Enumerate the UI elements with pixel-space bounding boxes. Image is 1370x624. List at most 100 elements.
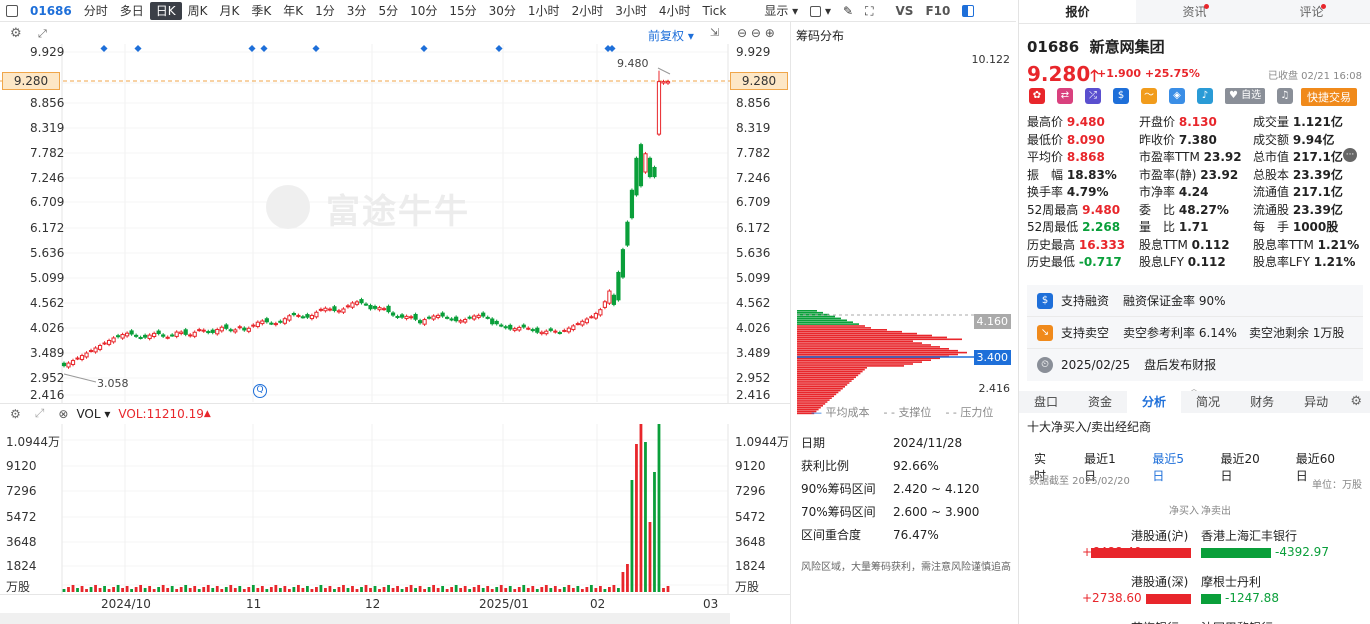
candle-body [359,299,364,304]
candle-body [575,323,580,326]
candle-body [620,249,626,278]
analysis-tab[interactable]: 资金 [1073,391,1127,413]
analysis-tab[interactable]: 盘口 [1019,391,1073,413]
clock-icon: ⏲ [1037,357,1053,373]
range-tab[interactable]: 最近5日 [1152,450,1192,484]
dollar-icon[interactable]: $ [1113,88,1129,104]
tag-icon[interactable]: ◈ [1169,88,1185,104]
indicator-select[interactable]: VOL ▾ [76,407,110,421]
feature-item[interactable]: ↘ 支持卖空 卖空参考利率 6.14% 卖空池剩余 1万股 [1027,317,1363,349]
date-label: 02 [590,597,606,611]
period-tab[interactable]: 月K [214,2,246,20]
horizontal-scrollbar[interactable] [0,613,730,624]
compress-icon[interactable]: ⇲ [710,26,719,39]
watchlist-button[interactable]: ♥ 自选 [1225,88,1266,104]
period-tab[interactable]: 多日 [114,2,150,20]
candle-body [156,330,161,335]
field-label: 量 比 [1139,220,1176,234]
analysis-tab[interactable]: 简况 [1181,391,1235,413]
candle-body [332,306,337,312]
period-tab[interactable]: 3小时 [609,2,653,20]
connect-icon[interactable]: ⇄ [1057,88,1073,104]
bell-badge-icon[interactable]: ♪ [1197,88,1213,104]
volume-chart[interactable] [0,424,790,594]
volume-expand-icon[interactable]: ⤢ [35,406,45,421]
tab-news[interactable]: 资讯 [1136,0,1253,23]
period-tab[interactable]: 年K [277,2,309,20]
alert-bell-icon[interactable]: ♫ [1277,88,1293,104]
shuffle-icon[interactable]: ⤮ [1085,88,1101,104]
period-tab[interactable]: 日K [149,1,182,20]
volume-bar [256,588,260,592]
period-tab[interactable]: 周K [182,2,214,20]
volume-close-icon[interactable]: ⊗ [58,407,68,421]
candle-body [255,321,260,328]
analysis-settings-icon[interactable]: ⚙ [1350,394,1362,409]
period-tab[interactable]: 10分 [404,2,443,20]
panel-toggle-icon[interactable] [0,2,24,20]
candle-body [467,316,472,319]
chip-bar [797,334,932,337]
candle-body [305,314,310,318]
period-tab[interactable]: 季K [245,2,277,20]
plus-icon[interactable]: ⊕ [765,26,775,40]
field-label: 成交额 [1253,132,1290,147]
field-label: 最高价 [1027,115,1064,129]
pen-icon[interactable]: ✎ [837,2,859,20]
candle-body [79,355,85,360]
period-tab[interactable]: 1分 [309,2,341,20]
trend-icon[interactable]: 〜 [1141,88,1157,104]
volume-bar [184,585,188,592]
analysis-tab[interactable]: 异动 [1289,391,1343,413]
layout-icon[interactable] [956,2,980,20]
field-value: 0.112 [1187,255,1226,269]
chip-bar [797,353,958,356]
candlestick-chart[interactable] [0,44,790,404]
settings-gear-icon[interactable]: ⚙ [10,26,22,41]
checkbox-toggle[interactable]: ▾ [804,2,837,20]
chip-bar [797,376,856,379]
feature-item[interactable]: ⏲ 2025/02/25 盘后发布财报 [1027,349,1363,381]
chip-bar [797,380,852,382]
tab-quote[interactable]: 报价 [1019,0,1136,23]
period-tab[interactable]: 2小时 [566,2,610,20]
field-value: 18.83% [1066,167,1117,182]
quick-trade-button[interactable]: 快捷交易 [1301,88,1357,106]
period-tab[interactable]: 30分 [483,2,522,20]
range-tab[interactable]: 最近20日 [1221,450,1268,484]
chip-info-row: 70%筹码区间 2.600 ~ 3.900 [801,501,1011,524]
minus-icon[interactable]: ⊖ [751,26,761,40]
volume-bar [62,589,66,592]
period-tab[interactable]: 4小时 [653,2,697,20]
volume-bar [211,588,215,592]
zoom-out-icon[interactable]: ⊖ [737,26,747,40]
chip-info-value: 76.47% [893,528,939,542]
candle-body [665,81,671,84]
period-tab[interactable]: 3分 [341,2,373,20]
period-tab[interactable]: 5分 [372,2,404,20]
f10-button[interactable]: F10 [919,2,956,20]
volume-bar [544,585,548,592]
display-menu[interactable]: 显示 ▾ [758,2,804,20]
volume-bar [553,586,557,592]
fullscreen-icon[interactable]: ⛶ [859,2,879,20]
field-value: -0.717 [1078,255,1122,269]
period-tab[interactable]: 15分 [443,2,482,20]
period-tab[interactable]: 分时 [78,2,114,20]
feature-item[interactable]: $ 支持融资 融资保证金率 90% [1027,285,1363,317]
analysis-tab[interactable]: 财务 [1235,391,1289,413]
volume-bar [179,587,183,592]
candle-body [436,314,441,318]
tab-comments[interactable]: 评论 [1253,0,1370,23]
adjust-dropdown[interactable]: 前复权 ▾ [648,27,694,44]
badge-row: ✿ ⇄ ⤮ $ 〜 ◈ ♪ ♥ 自选 [1029,88,1266,104]
volume-settings-icon[interactable]: ⚙ [10,407,21,421]
expand-icon[interactable]: ⤢ [38,27,47,41]
candle-body [237,326,242,329]
candle-body [309,314,315,320]
chip-bar [797,323,859,325]
analysis-tab[interactable]: 分析 [1127,391,1182,413]
period-tab[interactable]: 1小时 [522,2,566,20]
period-tab[interactable]: Tick [696,2,732,20]
vs-button[interactable]: VS [890,2,920,20]
